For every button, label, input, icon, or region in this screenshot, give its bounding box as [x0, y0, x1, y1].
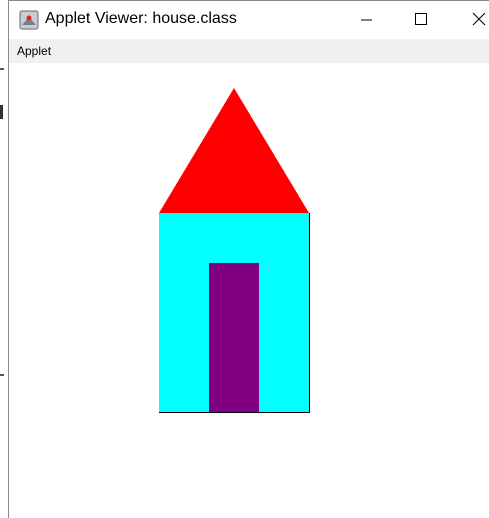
applet-canvas [159, 88, 310, 413]
house-roof [159, 88, 309, 213]
house-door [209, 263, 259, 412]
